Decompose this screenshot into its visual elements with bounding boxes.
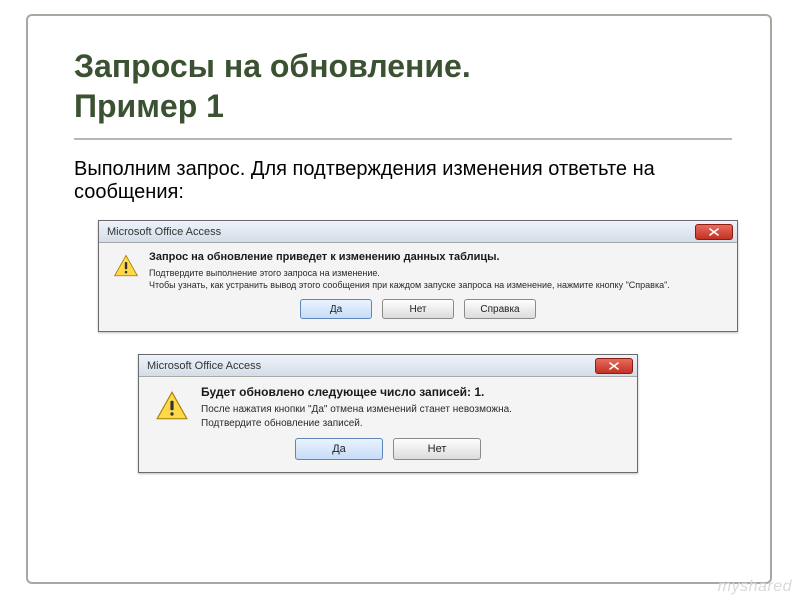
dialog1-line1: Подтвердите выполнение этого запроса на … bbox=[149, 267, 725, 279]
yes-button[interactable]: Да bbox=[295, 438, 383, 460]
watermark-text: myshared bbox=[718, 578, 792, 596]
close-icon[interactable] bbox=[695, 224, 733, 240]
close-icon[interactable] bbox=[595, 358, 633, 374]
dialog2-title-text: Microsoft Office Access bbox=[147, 360, 595, 372]
dialog2-titlebar: Microsoft Office Access bbox=[139, 355, 637, 377]
intro-text: Выполним запрос. Для подтверждения измен… bbox=[28, 140, 770, 214]
dialog-update-warning: Microsoft Office Access Запрос на обновл… bbox=[98, 220, 738, 332]
dialog2-body: Будет обновлено следующее число записей:… bbox=[139, 377, 637, 472]
dialog1-body: Запрос на обновление приведет к изменени… bbox=[99, 243, 737, 331]
dialog2-heading: Будет обновлено следующее число записей:… bbox=[201, 385, 625, 399]
no-button[interactable]: Нет bbox=[382, 299, 454, 319]
dialog2-button-row: Да Нет bbox=[151, 430, 625, 468]
dialog1-heading: Запрос на обновление приведет к изменени… bbox=[149, 251, 725, 263]
help-button[interactable]: Справка bbox=[464, 299, 536, 319]
dialog2-line2: Подтвердите обновление записей. bbox=[201, 417, 625, 431]
slide-title-line2: Пример 1 bbox=[74, 88, 224, 124]
warning-icon bbox=[155, 389, 189, 423]
slide-title-line1: Запросы на обновление. bbox=[74, 48, 471, 84]
yes-button[interactable]: Да bbox=[300, 299, 372, 319]
dialog1-title-text: Microsoft Office Access bbox=[107, 226, 695, 238]
dialog2-line1: После нажатия кнопки "Да" отмена изменен… bbox=[201, 403, 625, 417]
no-button[interactable]: Нет bbox=[393, 438, 481, 460]
warning-icon bbox=[113, 253, 139, 279]
slide-frame: Запросы на обновление. Пример 1 Выполним… bbox=[26, 14, 772, 584]
dialogs-container: Microsoft Office Access Запрос на обновл… bbox=[28, 214, 770, 473]
dialog1-titlebar: Microsoft Office Access bbox=[99, 221, 737, 243]
slide-title: Запросы на обновление. Пример 1 bbox=[28, 16, 770, 138]
dialog1-line2: Чтобы узнать, как устранить вывод этого … bbox=[149, 279, 725, 291]
dialog-confirm-records: Microsoft Office Access Будет обновлено … bbox=[138, 354, 638, 473]
dialog1-button-row: Да Нет Справка bbox=[111, 291, 725, 327]
